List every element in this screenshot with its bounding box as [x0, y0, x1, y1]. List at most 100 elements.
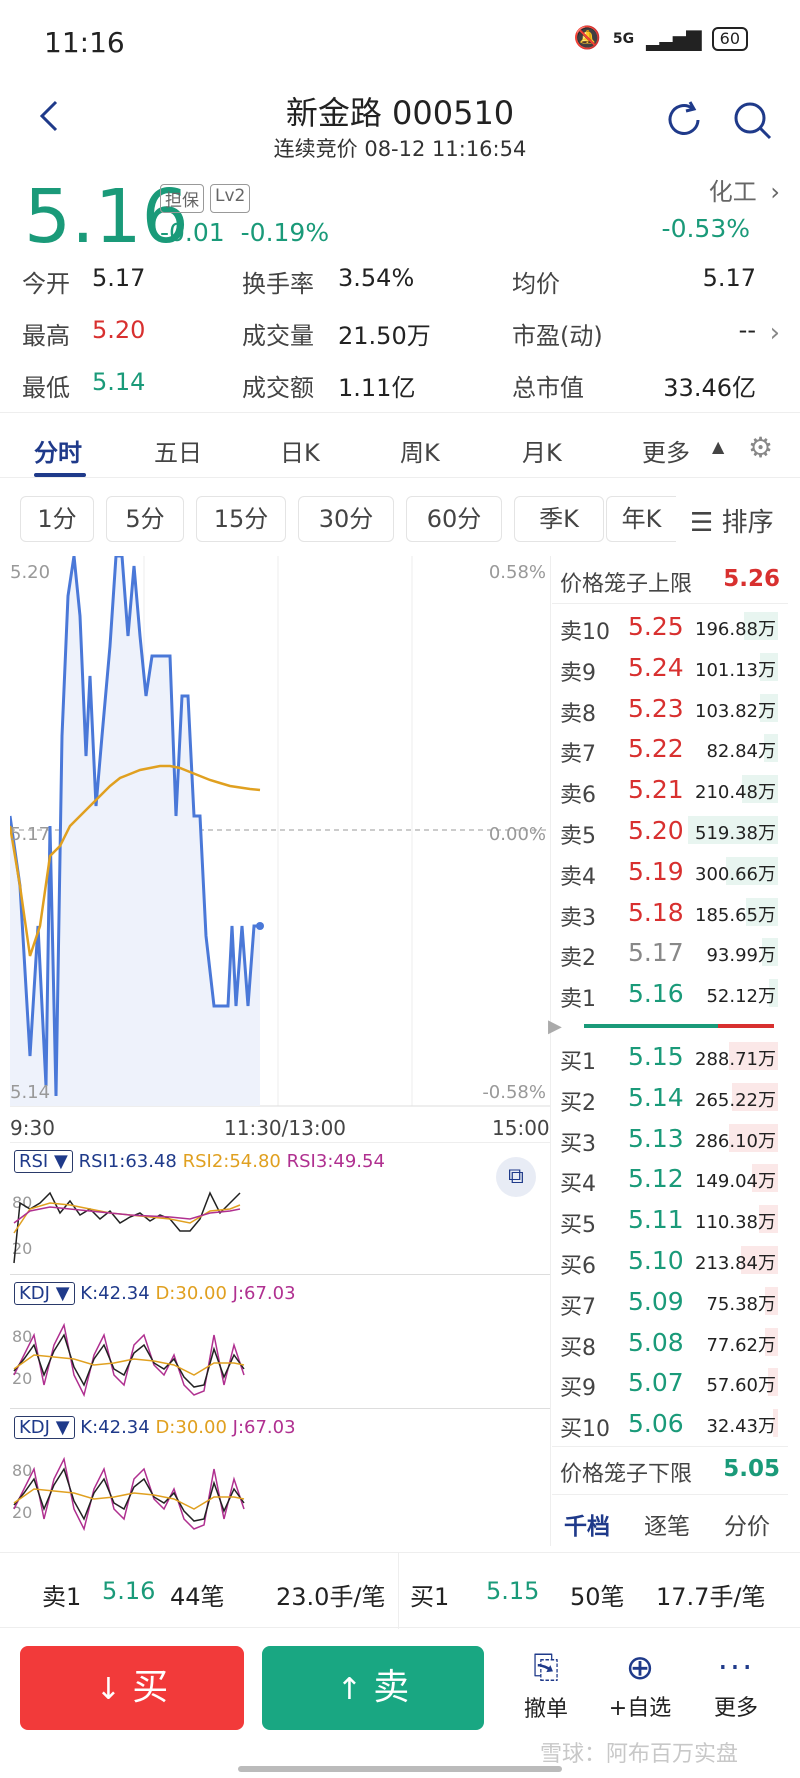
level-label: 卖7: [560, 742, 596, 768]
buy-level-row[interactable]: 买4 5.12 149.04万: [558, 1158, 778, 1198]
watchlist-label: +自选: [608, 1696, 672, 1721]
sell-level-row[interactable]: 卖9 5.24 101.13万: [558, 647, 778, 687]
kdj-selector[interactable]: KDJ ▼: [14, 1282, 75, 1305]
sell1-count: 44笔: [170, 1583, 225, 1611]
chevron-right-icon[interactable]: ›: [770, 318, 780, 348]
buy-level-row[interactable]: 买7 5.09 75.38万: [558, 1281, 778, 1321]
level-label: 卖9: [560, 660, 596, 686]
intraday-chart[interactable]: 5.20 5.17 5.14 0.58% 0.00% -0.58%: [10, 556, 550, 1116]
sell-button-label: 卖: [373, 1667, 410, 1708]
more-dots-icon: ···: [717, 1648, 755, 1686]
level-price: 5.19: [628, 856, 684, 886]
stat-label: 今开: [22, 270, 70, 298]
buy1-price: 5.15: [486, 1577, 540, 1605]
buy-level-row[interactable]: 买8 5.08 77.62万: [558, 1322, 778, 1362]
level-volume: 82.84万: [706, 741, 776, 763]
sell-level-row[interactable]: 卖2 5.17 93.99万: [558, 932, 778, 972]
level-volume: 210.48万: [695, 782, 776, 804]
kdj-lines: [13, 1456, 245, 1532]
level-label: 买2: [560, 1090, 596, 1116]
sell-level-row[interactable]: 卖5 5.20 519.38万: [558, 810, 778, 850]
mute-icon: 🔕: [573, 26, 601, 51]
buy-arrow-icon: ↓: [95, 1672, 121, 1707]
refresh-icon: [668, 101, 700, 135]
buy-level-row[interactable]: 买10 5.06 32.43万: [558, 1403, 778, 1443]
kdj-d-value: D:30.00: [155, 1283, 227, 1304]
level-price: 5.25: [628, 612, 684, 641]
buy-button[interactable]: ↓ 买: [20, 1646, 244, 1730]
level-price: 5.08: [628, 1327, 684, 1357]
chevron-right-icon: ›: [770, 178, 780, 206]
level-price: 5.23: [628, 693, 684, 723]
refresh-button[interactable]: [662, 98, 706, 142]
tab-weekly-k[interactable]: 周K: [400, 433, 440, 468]
buy-sell-ratio-bar: [584, 1024, 774, 1028]
level-volume: 288.71万: [695, 1049, 776, 1070]
period-60min[interactable]: 60分: [406, 496, 502, 542]
home-indicator: [238, 1766, 562, 1772]
tab-more[interactable]: 更多: [642, 433, 690, 468]
period-year-k[interactable]: 年K: [606, 496, 676, 542]
active-tab-indicator: [34, 473, 86, 477]
buy-level-row[interactable]: 买9 5.07 57.60万: [558, 1362, 778, 1402]
kdj-j-value: J:67.03: [232, 1283, 296, 1304]
stat-value: 3.54%: [338, 264, 415, 292]
network-label: 5G: [612, 30, 635, 47]
sector-link[interactable]: 化工 ›: [709, 172, 780, 207]
sell-level-row[interactable]: 卖8 5.23 103.82万: [558, 688, 778, 728]
sell-level-row[interactable]: 卖1 5.16 52.12万: [558, 973, 778, 1013]
tab-intraday[interactable]: 分时: [34, 433, 82, 468]
divider: [552, 603, 788, 604]
level-volume: 93.99万: [706, 945, 776, 967]
triangle-up-icon[interactable]: ▲: [712, 437, 724, 456]
sell-button[interactable]: ↑ 卖: [262, 1646, 484, 1730]
search-button[interactable]: [730, 98, 774, 142]
sell-level-row[interactable]: 卖4 5.19 300.66万: [558, 851, 778, 891]
tab-price-dist[interactable]: 分价: [724, 1507, 770, 1541]
level-price: 5.13: [628, 1123, 684, 1153]
kdj-selector[interactable]: KDJ ▼: [14, 1416, 75, 1439]
level-volume: 519.38万: [695, 823, 776, 844]
rsi2-value: RSI2:54.80: [182, 1151, 281, 1172]
more-button[interactable]: ··· 更多: [704, 1648, 768, 1722]
rsi-lines: [13, 1191, 241, 1264]
sell-level-row[interactable]: 卖6 5.21 210.48万: [558, 769, 778, 809]
tab-depth[interactable]: 千档: [564, 1507, 610, 1541]
period-30min[interactable]: 30分: [298, 496, 394, 542]
period-15min[interactable]: 15分: [196, 496, 286, 542]
sort-button[interactable]: ☰ 排序: [690, 502, 774, 539]
cancel-order-button[interactable]: ⎘ 撤单: [514, 1648, 578, 1723]
buy-level-row[interactable]: 买1 5.15 288.71万: [558, 1036, 778, 1076]
level-price: 5.07: [628, 1368, 684, 1398]
buy-level-row[interactable]: 买6 5.10 213.84万: [558, 1240, 778, 1280]
menu-icon: ☰: [690, 508, 714, 538]
rotate-button[interactable]: ⧉: [496, 1157, 536, 1197]
divider: [552, 1446, 788, 1447]
lower-limit-value: 5.05: [723, 1456, 780, 1482]
level-price: 5.18: [628, 897, 684, 927]
stat-label: 换手率: [242, 270, 314, 298]
level-label: 买5: [560, 1213, 596, 1239]
period-season-k[interactable]: 季K: [514, 496, 604, 542]
sell-level-row[interactable]: 卖10 5.25 196.88万: [558, 606, 778, 646]
buy-level-row[interactable]: 买2 5.14 265.22万: [558, 1077, 778, 1117]
buy-level-row[interactable]: 买5 5.11 110.38万: [558, 1199, 778, 1239]
add-watchlist-button[interactable]: ⊕ +自选: [602, 1648, 678, 1722]
tab-five-day[interactable]: 五日: [154, 433, 202, 468]
search-icon: [734, 102, 772, 140]
period-1min[interactable]: 1分: [20, 496, 94, 542]
divider: [398, 1553, 399, 1629]
period-5min[interactable]: 5分: [106, 496, 184, 542]
sell-level-row[interactable]: 卖7 5.22 82.84万: [558, 728, 778, 768]
tab-monthly-k[interactable]: 月K: [522, 433, 562, 468]
level-price: 5.21: [628, 775, 684, 805]
rsi-selector[interactable]: RSI ▼: [14, 1150, 73, 1173]
buy-level-row[interactable]: 买3 5.13 286.10万: [558, 1118, 778, 1158]
settings-icon[interactable]: ⚙: [748, 431, 773, 464]
tab-daily-k[interactable]: 日K: [280, 433, 320, 468]
level-volume: 213.84万: [695, 1253, 776, 1274]
trade-summary: 卖1 5.16 44笔 23.0手/笔 买1 5.15 50笔 17.7手/笔: [0, 1552, 800, 1629]
price-change: -0.01 -0.19%: [160, 218, 329, 247]
tab-tick[interactable]: 逐笔: [644, 1507, 690, 1541]
sell-level-row[interactable]: 卖3 5.18 185.65万: [558, 892, 778, 932]
